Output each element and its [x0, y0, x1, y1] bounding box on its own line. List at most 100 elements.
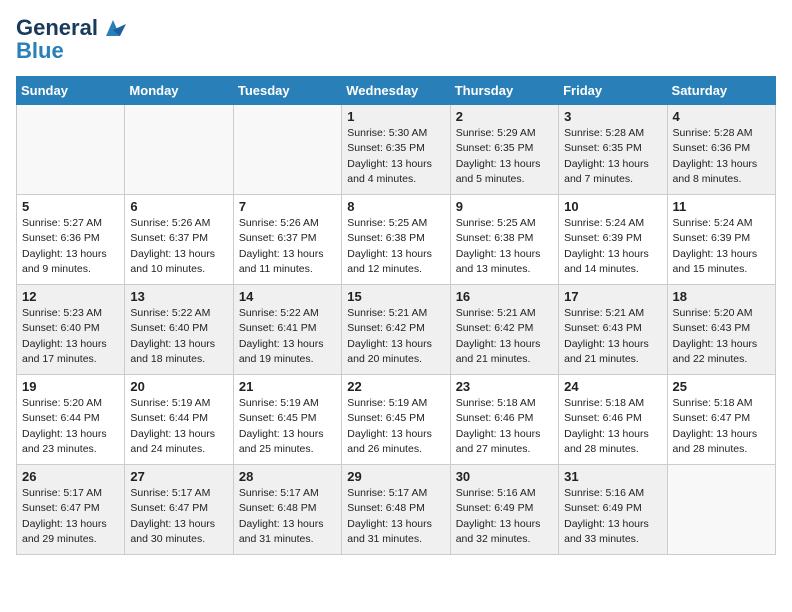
calendar-cell: 9 Sunrise: 5:25 AM Sunset: 6:38 PM Daylig…	[450, 195, 558, 285]
calendar-cell	[233, 105, 341, 195]
calendar-cell: 2 Sunrise: 5:29 AM Sunset: 6:35 PM Daylig…	[450, 105, 558, 195]
day-number: 14	[239, 289, 336, 304]
day-number: 29	[347, 469, 444, 484]
cell-info: Sunrise: 5:17 AM Sunset: 6:48 PM Dayligh…	[347, 486, 444, 547]
day-number: 3	[564, 109, 661, 124]
weekday-header-row: SundayMondayTuesdayWednesdayThursdayFrid…	[17, 77, 776, 105]
calendar-cell: 30 Sunrise: 5:16 AM Sunset: 6:49 PM Dayli…	[450, 465, 558, 555]
cell-info: Sunrise: 5:18 AM Sunset: 6:46 PM Dayligh…	[456, 396, 553, 457]
calendar-cell: 4 Sunrise: 5:28 AM Sunset: 6:36 PM Daylig…	[667, 105, 775, 195]
cell-info: Sunrise: 5:22 AM Sunset: 6:41 PM Dayligh…	[239, 306, 336, 367]
logo-icon	[100, 16, 126, 42]
day-number: 4	[673, 109, 770, 124]
cell-info: Sunrise: 5:21 AM Sunset: 6:42 PM Dayligh…	[347, 306, 444, 367]
cell-info: Sunrise: 5:30 AM Sunset: 6:35 PM Dayligh…	[347, 126, 444, 187]
day-number: 25	[673, 379, 770, 394]
calendar-row-5: 26 Sunrise: 5:17 AM Sunset: 6:47 PM Dayli…	[17, 465, 776, 555]
calendar-cell: 18 Sunrise: 5:20 AM Sunset: 6:43 PM Dayli…	[667, 285, 775, 375]
day-number: 23	[456, 379, 553, 394]
cell-info: Sunrise: 5:27 AM Sunset: 6:36 PM Dayligh…	[22, 216, 119, 277]
day-number: 21	[239, 379, 336, 394]
cell-info: Sunrise: 5:28 AM Sunset: 6:36 PM Dayligh…	[673, 126, 770, 187]
calendar-cell: 6Sunrise: 5:26 AM Sunset: 6:37 PM Daylig…	[125, 195, 233, 285]
calendar-cell: 17 Sunrise: 5:21 AM Sunset: 6:43 PM Dayli…	[559, 285, 667, 375]
cell-info: Sunrise: 5:21 AM Sunset: 6:43 PM Dayligh…	[564, 306, 661, 367]
calendar-cell: 23 Sunrise: 5:18 AM Sunset: 6:46 PM Dayli…	[450, 375, 558, 465]
day-number: 16	[456, 289, 553, 304]
day-number: 15	[347, 289, 444, 304]
calendar-row-4: 19 Sunrise: 5:20 AM Sunset: 6:44 PM Dayli…	[17, 375, 776, 465]
day-number: 22	[347, 379, 444, 394]
cell-info: Sunrise: 5:25 AM Sunset: 6:38 PM Dayligh…	[456, 216, 553, 277]
day-number: 19	[22, 379, 119, 394]
day-number: 20	[130, 379, 227, 394]
calendar-cell: 15 Sunrise: 5:21 AM Sunset: 6:42 PM Dayli…	[342, 285, 450, 375]
calendar-cell: 25 Sunrise: 5:18 AM Sunset: 6:47 PM Dayli…	[667, 375, 775, 465]
day-number: 28	[239, 469, 336, 484]
calendar-cell: 31 Sunrise: 5:16 AM Sunset: 6:49 PM Dayli…	[559, 465, 667, 555]
day-number: 31	[564, 469, 661, 484]
cell-info: Sunrise: 5:24 AM Sunset: 6:39 PM Dayligh…	[564, 216, 661, 277]
calendar-cell	[667, 465, 775, 555]
calendar-cell: 8 Sunrise: 5:25 AM Sunset: 6:38 PM Daylig…	[342, 195, 450, 285]
day-number: 5	[22, 199, 119, 214]
page-header: General Blue	[16, 16, 776, 64]
cell-info: Sunrise: 5:19 AM Sunset: 6:44 PM Dayligh…	[130, 396, 227, 457]
weekday-header-wednesday: Wednesday	[342, 77, 450, 105]
cell-info: Sunrise: 5:16 AM Sunset: 6:49 PM Dayligh…	[564, 486, 661, 547]
cell-info: Sunrise: 5:19 AM Sunset: 6:45 PM Dayligh…	[239, 396, 336, 457]
weekday-header-saturday: Saturday	[667, 77, 775, 105]
day-number: 27	[130, 469, 227, 484]
day-number: 1	[347, 109, 444, 124]
cell-info: Sunrise: 5:17 AM Sunset: 6:48 PM Dayligh…	[239, 486, 336, 547]
weekday-header-tuesday: Tuesday	[233, 77, 341, 105]
cell-info: Sunrise: 5:29 AM Sunset: 6:35 PM Dayligh…	[456, 126, 553, 187]
cell-info: Sunrise: 5:20 AM Sunset: 6:44 PM Dayligh…	[22, 396, 119, 457]
day-number: 10	[564, 199, 661, 214]
day-number: 30	[456, 469, 553, 484]
weekday-header-friday: Friday	[559, 77, 667, 105]
calendar-cell: 13 Sunrise: 5:22 AM Sunset: 6:40 PM Dayli…	[125, 285, 233, 375]
weekday-header-monday: Monday	[125, 77, 233, 105]
cell-info: Sunrise: 5:24 AM Sunset: 6:39 PM Dayligh…	[673, 216, 770, 277]
day-number: 9	[456, 199, 553, 214]
day-number: 7	[239, 199, 336, 214]
day-number: 8	[347, 199, 444, 214]
cell-info: Sunrise: 5:17 AM Sunset: 6:47 PM Dayligh…	[130, 486, 227, 547]
cell-info: Sunrise: 5:23 AM Sunset: 6:40 PM Dayligh…	[22, 306, 119, 367]
cell-info: Sunrise: 5:22 AM Sunset: 6:40 PM Dayligh…	[130, 306, 227, 367]
cell-info: Sunrise: 5:18 AM Sunset: 6:46 PM Dayligh…	[564, 396, 661, 457]
calendar-cell: 7Sunrise: 5:26 AM Sunset: 6:37 PM Daylig…	[233, 195, 341, 285]
cell-info: Sunrise: 5:20 AM Sunset: 6:43 PM Dayligh…	[673, 306, 770, 367]
calendar-cell: 11Sunrise: 5:24 AM Sunset: 6:39 PM Dayli…	[667, 195, 775, 285]
day-number: 13	[130, 289, 227, 304]
calendar-cell: 28 Sunrise: 5:17 AM Sunset: 6:48 PM Dayli…	[233, 465, 341, 555]
calendar-cell: 14 Sunrise: 5:22 AM Sunset: 6:41 PM Dayli…	[233, 285, 341, 375]
weekday-header-thursday: Thursday	[450, 77, 558, 105]
calendar-cell: 1 Sunrise: 5:30 AM Sunset: 6:35 PM Daylig…	[342, 105, 450, 195]
calendar-cell: 26Sunrise: 5:17 AM Sunset: 6:47 PM Dayli…	[17, 465, 125, 555]
day-number: 12	[22, 289, 119, 304]
calendar-cell: 27 Sunrise: 5:17 AM Sunset: 6:47 PM Dayli…	[125, 465, 233, 555]
day-number: 26	[22, 469, 119, 484]
day-number: 24	[564, 379, 661, 394]
cell-info: Sunrise: 5:16 AM Sunset: 6:49 PM Dayligh…	[456, 486, 553, 547]
calendar-cell: 24 Sunrise: 5:18 AM Sunset: 6:46 PM Dayli…	[559, 375, 667, 465]
calendar-row-2: 5 Sunrise: 5:27 AM Sunset: 6:36 PM Daylig…	[17, 195, 776, 285]
day-number: 18	[673, 289, 770, 304]
day-number: 17	[564, 289, 661, 304]
calendar-cell: 16Sunrise: 5:21 AM Sunset: 6:42 PM Dayli…	[450, 285, 558, 375]
cell-info: Sunrise: 5:19 AM Sunset: 6:45 PM Dayligh…	[347, 396, 444, 457]
weekday-header-sunday: Sunday	[17, 77, 125, 105]
calendar-cell: 10 Sunrise: 5:24 AM Sunset: 6:39 PM Dayli…	[559, 195, 667, 285]
calendar-cell: 5 Sunrise: 5:27 AM Sunset: 6:36 PM Daylig…	[17, 195, 125, 285]
cell-info: Sunrise: 5:25 AM Sunset: 6:38 PM Dayligh…	[347, 216, 444, 277]
calendar-cell: 20 Sunrise: 5:19 AM Sunset: 6:44 PM Dayli…	[125, 375, 233, 465]
calendar-cell	[17, 105, 125, 195]
calendar-row-1: 1 Sunrise: 5:30 AM Sunset: 6:35 PM Daylig…	[17, 105, 776, 195]
cell-info: Sunrise: 5:18 AM Sunset: 6:47 PM Dayligh…	[673, 396, 770, 457]
calendar-cell: 3Sunrise: 5:28 AM Sunset: 6:35 PM Daylig…	[559, 105, 667, 195]
day-number: 2	[456, 109, 553, 124]
calendar-row-3: 12 Sunrise: 5:23 AM Sunset: 6:40 PM Dayli…	[17, 285, 776, 375]
calendar-cell: 19 Sunrise: 5:20 AM Sunset: 6:44 PM Dayli…	[17, 375, 125, 465]
